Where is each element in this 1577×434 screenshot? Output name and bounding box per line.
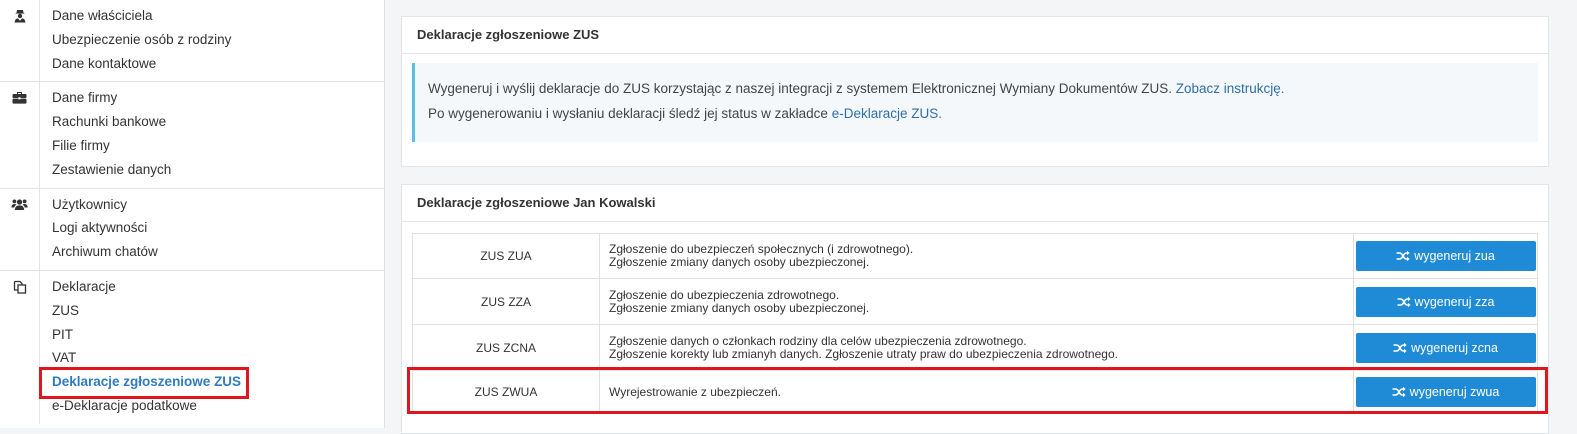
generate-button[interactable]: wygeneruj zza (1355, 286, 1536, 317)
random-icon (1393, 342, 1407, 354)
sidebar-group-company: Dane firmy Rachunki bankowe Filie firmy … (0, 82, 384, 189)
briefcase-icon (0, 82, 40, 188)
sidebar-item-dane-wlasciciela[interactable]: Dane właściciela (52, 4, 231, 28)
row-code: ZUS ZUA (412, 233, 600, 279)
sidebar-item-pit[interactable]: PIT (52, 323, 241, 347)
sidebar-group-users: Użytkownicy Logi aktywności Archiwum cha… (0, 188, 384, 271)
sidebar-item-zus[interactable]: ZUS (52, 299, 241, 323)
sidebar-item-rachunki-bankowe[interactable]: Rachunki bankowe (52, 110, 171, 134)
sidebar: Dane właściciela Ubezpieczenie osób z ro… (0, 0, 385, 428)
sidebar-item-uzytkownicy[interactable]: Użytkownicy (52, 193, 158, 217)
row-action: wygeneruj zcna (1353, 324, 1538, 371)
sidebar-item-logi-aktywnosci[interactable]: Logi aktywności (52, 216, 158, 240)
person-declarations-panel: Deklaracje zgłoszeniowe Jan Kowalski ZUS… (401, 184, 1549, 434)
row-description: Zgłoszenie do ubezpieczeń społecznych (i… (599, 233, 1354, 279)
row-description-line: Wyrejestrowanie z ubezpieczeń. (609, 384, 781, 399)
row-description: Zgłoszenie danych o członkach rodziny dl… (599, 324, 1354, 371)
table-row: ZUS ZZA Zgłoszenie do ubezpieczenia zdrow… (412, 278, 1538, 325)
sidebar-item-dane-kontaktowe[interactable]: Dane kontaktowe (52, 52, 231, 76)
sidebar-item-vat[interactable]: VAT (52, 346, 241, 370)
row-code: ZUS ZWUA (412, 370, 600, 414)
table-row: ZUS ZUA Zgłoszenie do ubezpieczeń społecz… (412, 233, 1538, 279)
random-icon (1396, 250, 1410, 262)
sidebar-group-declarations: Deklaracje ZUS PIT VAT Deklaracje zgłosz… (0, 270, 384, 424)
info-line-2: Po wygenerowaniu i wysłaniu deklaracji ś… (428, 102, 1538, 127)
sidebar-item-archiwum-chatow[interactable]: Archiwum chatów (52, 240, 158, 264)
user-secret-icon (0, 0, 40, 82)
info-line-1: Wygeneruj i wyślij deklaracje do ZUS kor… (428, 77, 1538, 102)
generate-button[interactable]: wygeneruj zua (1355, 241, 1536, 271)
info-text-1: Wygeneruj i wyślij deklaracje do ZUS kor… (428, 81, 1176, 96)
row-action: wygeneruj zua (1353, 233, 1538, 279)
zus-declarations-panel: Deklaracje zgłoszeniowe ZUS Wygeneruj i … (401, 16, 1549, 167)
info-alert: Wygeneruj i wyślij deklaracje do ZUS kor… (412, 63, 1538, 142)
random-icon (1392, 386, 1406, 398)
generate-button-label: wygeneruj zza (1414, 294, 1495, 309)
sidebar-group-owner: Dane właściciela Ubezpieczenie osób z ro… (0, 0, 384, 83)
row-description-line: Zgłoszenie zmiany danych osoby ubezpiecz… (609, 255, 870, 269)
random-icon (1396, 250, 1410, 262)
row-code: ZUS ZCNA (412, 324, 600, 371)
generate-button-label: wygeneruj zua (1414, 249, 1495, 263)
row-description: Zgłoszenie do ubezpieczenia zdrowotnego.… (599, 278, 1354, 325)
info-text-2: Po wygenerowaniu i wysłaniu deklaracji ś… (428, 105, 832, 121)
random-icon (1397, 296, 1411, 307)
sidebar-item-deklaracje[interactable]: Deklaracje (52, 275, 241, 299)
panel-title: Deklaracje zgłoszeniowe Jan Kowalski (402, 185, 1548, 222)
instructions-link[interactable]: Zobacz instrukcję. (1176, 81, 1285, 96)
sidebar-item-dane-firmy[interactable]: Dane firmy (52, 86, 171, 110)
random-icon (1397, 296, 1411, 308)
row-code: ZUS ZZA (412, 278, 600, 325)
sidebar-item-e-deklaracje-podatkowe[interactable]: e-Deklaracje podatkowe (52, 394, 241, 418)
row-action: wygeneruj zza (1353, 278, 1538, 325)
table-row: ZUS ZWUA Wyrejestrowanie z ubezpieczeń. wy… (412, 370, 1538, 414)
row-description: Wyrejestrowanie z ubezpieczeń. (599, 370, 1354, 414)
generate-button[interactable]: wygeneruj zcna (1355, 332, 1536, 363)
row-description-line: Zgłoszenie korekty lub zmianyh danych. Z… (609, 346, 1118, 361)
users-icon (0, 188, 40, 270)
row-description-line: Zgłoszenie zmiany danych osoby ubezpiecz… (609, 300, 870, 315)
sidebar-item-ubezpieczenie-rodziny[interactable]: Ubezpieczenie osób z rodziny (52, 28, 231, 52)
row-description-line: Zgłoszenie do ubezpieczenia zdrowotnego. (609, 287, 840, 302)
declarations-table: ZUS ZUA Zgłoszenie do ubezpieczeń społecz… (412, 233, 1538, 414)
row-action: wygeneruj zwua (1353, 370, 1538, 414)
sidebar-item-filie-firmy[interactable]: Filie firmy (52, 134, 171, 158)
copy-icon (0, 270, 40, 424)
generate-button-label: wygeneruj zcna (1411, 340, 1498, 355)
row-description-line: Zgłoszenie danych o członkach rodziny dl… (609, 333, 1027, 348)
random-icon (1393, 342, 1407, 353)
panel-title: Deklaracje zgłoszeniowe ZUS (402, 17, 1548, 54)
e-deklaracje-zus-link[interactable]: e-Deklaracje ZUS. (832, 106, 942, 121)
generate-button-label: wygeneruj zwua (1409, 385, 1500, 399)
generate-button[interactable]: wygeneruj zwua (1355, 377, 1536, 407)
sidebar-item-deklaracje-zgloszeniowe-zus[interactable]: Deklaracje zgłoszeniowe ZUS (52, 370, 241, 394)
random-icon (1392, 386, 1406, 398)
sidebar-item-zestawienie-danych[interactable]: Zestawienie danych (52, 158, 171, 182)
table-row: ZUS ZCNA Zgłoszenie danych o członkach ro… (412, 324, 1538, 371)
